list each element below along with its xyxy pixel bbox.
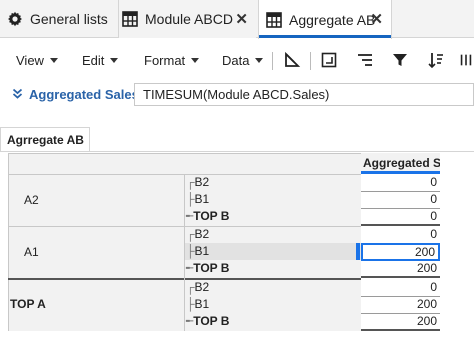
- double-chevron-down-icon[interactable]: [12, 87, 23, 102]
- row-label[interactable]: ├B1: [186, 192, 209, 206]
- formula-name: Aggregated Sales: [29, 87, 139, 102]
- value-cell-total[interactable]: 200: [361, 314, 440, 331]
- close-icon[interactable]: ✕: [235, 10, 248, 28]
- value-cell[interactable]: 200: [361, 297, 440, 314]
- value-cell-selected[interactable]: 200: [361, 243, 440, 261]
- row-label-total[interactable]: ╾TOP B: [186, 261, 229, 275]
- tree-branch-icon: ┌: [186, 227, 195, 241]
- toolbar: View Edit Format Data: [0, 39, 474, 81]
- row-label-total[interactable]: ╾TOP B: [186, 209, 229, 223]
- filter-icon[interactable]: [389, 49, 411, 71]
- row-label-total[interactable]: ╾TOP B: [186, 314, 229, 328]
- formula-input[interactable]: TIMESUM(Module ABCD.Sales): [134, 83, 474, 106]
- menu-format[interactable]: Format: [144, 53, 200, 68]
- formula-bar: Aggregated Sales TIMESUM(Module ABCD.Sal…: [0, 81, 474, 109]
- selection-marker: [356, 243, 360, 260]
- menu-data[interactable]: Data: [222, 53, 264, 68]
- row-group-label-a1[interactable]: A1: [24, 245, 39, 259]
- toolbar-separator: [310, 52, 311, 70]
- close-icon[interactable]: ✕: [370, 10, 383, 28]
- row-label[interactable]: ┌B2: [186, 280, 209, 294]
- tab-aggregate-ab[interactable]: Aggregate AB ✕: [258, 0, 392, 39]
- align-lines-icon[interactable]: [354, 49, 376, 71]
- row-group-label-top-a[interactable]: TOP A: [10, 297, 46, 311]
- grid-icon: [265, 11, 283, 29]
- tree-branch-icon: ┌: [186, 280, 195, 294]
- menu-label: Format: [144, 53, 186, 68]
- grid-line: [8, 153, 361, 154]
- row-label[interactable]: ├B1: [186, 244, 209, 258]
- tab-label: Module ABCD: [145, 11, 233, 27]
- tab-label: General lists: [30, 11, 108, 27]
- value-cell[interactable]: 0: [361, 280, 440, 297]
- grid-icon: [121, 10, 139, 28]
- caret-down-icon: [191, 58, 200, 63]
- tab-label: Aggregate AB: [289, 11, 376, 28]
- tab-bar: General lists Module ABCD ✕ Aggregate AB…: [0, 0, 474, 39]
- column-header[interactable]: Aggregated Sa: [361, 153, 440, 174]
- row-label[interactable]: ┌B2: [186, 227, 209, 241]
- toolbar-separator: [272, 52, 273, 70]
- value-cell-total[interactable]: 0: [361, 209, 440, 226]
- menu-label: Data: [222, 53, 250, 68]
- value-cell[interactable]: 0: [361, 192, 440, 209]
- row-label[interactable]: ├B1: [186, 297, 209, 311]
- row-label[interactable]: ┌B2: [186, 175, 209, 189]
- caret-down-icon: [255, 58, 264, 63]
- row-group-label-a2[interactable]: A2: [24, 193, 39, 207]
- tree-branch-icon: ├: [186, 192, 195, 206]
- menu-label: Edit: [82, 53, 105, 68]
- tree-branch-icon: ├: [186, 244, 195, 258]
- triangle-ruler-icon[interactable]: [281, 49, 303, 71]
- tab-general-lists[interactable]: General lists: [6, 0, 110, 38]
- tree-branch-icon: ┌: [186, 175, 195, 189]
- grid-line: [8, 153, 9, 331]
- caret-down-icon: [110, 58, 119, 63]
- section-tab-aggregate[interactable]: Agrregate AB: [0, 127, 90, 152]
- value-cell[interactable]: 0: [361, 227, 440, 244]
- value-cell[interactable]: 0: [361, 175, 440, 192]
- menu-label: View: [16, 53, 44, 68]
- tab-module-abcd[interactable]: Module ABCD ✕: [118, 0, 256, 38]
- gear-icon: [6, 10, 24, 28]
- data-grid: Aggregated Sa A2 A1 TOP A ┌B2 ├B1 ╾TOP B…: [8, 153, 440, 331]
- caret-down-icon: [49, 58, 58, 63]
- tree-branch-icon: ├: [186, 297, 195, 311]
- sort-icon[interactable]: [425, 49, 447, 71]
- value-cell-total[interactable]: 200: [361, 261, 440, 278]
- pivot-columns-icon[interactable]: [458, 49, 474, 71]
- row-highlight: [185, 243, 361, 260]
- menu-edit[interactable]: Edit: [82, 53, 119, 68]
- formula-line-item[interactable]: Aggregated Sales: [12, 87, 139, 102]
- export-box-icon[interactable]: [318, 49, 340, 71]
- menu-view[interactable]: View: [16, 53, 58, 68]
- section-divider: [0, 151, 474, 152]
